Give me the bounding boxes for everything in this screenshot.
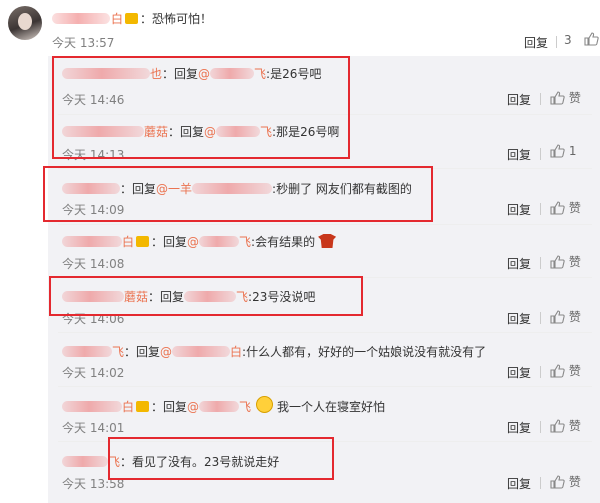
divider [540,148,541,160]
mention[interactable]: @ 飞 [187,235,251,249]
highlight-box [49,276,363,316]
reply-button[interactable]: 回复 [507,310,531,327]
thumbs-up-icon [550,419,565,433]
like-button[interactable]: 赞 [550,308,581,325]
thumbs-up-icon [550,201,565,215]
like-button[interactable]: 赞 [550,199,581,216]
divider [540,203,541,215]
mention[interactable]: @ 飞 [187,400,251,414]
divider [58,332,592,333]
highlight-box [108,437,334,480]
divider [540,257,541,269]
like-button[interactable]: 赞 [550,89,581,106]
reply-button[interactable]: 回复 [507,364,531,381]
reply-text: :什么人都有，好好的一个姑娘说没有就没有了 [242,345,487,359]
reply-item: 飞：回复@ 白:什么人都有，好好的一个姑娘说没有就没有了 [62,343,486,360]
like-count: 3 [564,33,572,47]
vip-badge-icon [125,13,139,24]
reply-button[interactable]: 回复 [507,201,531,218]
username-tail[interactable]: 飞 [112,345,124,359]
reply-button[interactable]: 回复 [507,419,531,436]
reply-prefix: ：回复 [151,235,188,249]
thumbs-up-icon [550,475,565,489]
like-button[interactable]: 赞 [550,417,581,434]
reply-prefix: ：回复 [124,345,161,359]
vip-badge-icon [136,236,150,247]
like-button[interactable]: 1 [550,144,576,158]
reply-prefix: ：回复 [151,400,188,414]
thumbs-up-icon [550,144,565,158]
reply-time: 今天 14:08 [62,257,125,271]
username-blurred[interactable] [62,456,108,467]
thumbs-up-icon [550,364,565,378]
divider [556,36,557,48]
divider [540,312,541,324]
top-comment: 白：恐怖可怕！ 今天 13:57 回复 3 [0,0,600,54]
reply-button[interactable]: 回复 [507,91,531,108]
username-tail[interactable]: 白 [122,235,134,249]
like-button[interactable]: 赞 [550,362,581,379]
reply-item: 白 ：回复@ 飞 我一个人在寝室好怕 [62,398,385,415]
reply-time: 今天 14:01 [62,421,125,435]
username-blurred[interactable] [62,346,112,357]
vip-badge-icon [136,401,150,412]
username-blurred[interactable] [62,401,122,412]
username-blurred[interactable] [52,13,110,24]
highlight-box [52,56,350,159]
username-tail[interactable]: 白 [122,400,134,414]
reply-text: :会有结果的 [251,235,316,249]
mention[interactable]: @ 白 [160,345,242,359]
reply-item: 白 ：回复@ 飞:会有结果的 [62,233,337,250]
divider [540,93,541,105]
thumbs-up-icon[interactable] [584,32,599,46]
emoji-icon [318,234,337,248]
like-count-label: 3 [564,33,572,47]
username-blurred[interactable] [62,236,122,247]
divider [540,421,541,433]
thumbs-up-icon [550,255,565,269]
like-button[interactable]: 赞 [550,473,581,490]
divider [58,224,592,225]
reply-button[interactable]: 回复 [507,146,531,163]
reply-button[interactable]: 回复 [524,34,548,51]
reply-text: 我一个人在寝室好怕 [277,400,386,414]
highlight-box [43,166,433,222]
thumbs-up-icon [550,310,565,324]
divider [540,366,541,378]
reply-button[interactable]: 回复 [507,475,531,492]
avatar[interactable] [8,6,42,40]
like-button[interactable]: 赞 [550,253,581,270]
reply-button[interactable]: 回复 [507,255,531,272]
comment-time: 今天 13:57 [52,36,115,50]
crying-emoji-icon [256,396,273,413]
comment-line: 白：恐怖可怕！ [52,10,212,27]
comment-text: ：恐怖可怕！ [140,12,213,26]
reply-time: 今天 14:02 [62,366,125,380]
thumbs-up-icon [550,91,565,105]
divider [58,386,592,387]
divider [540,477,541,489]
